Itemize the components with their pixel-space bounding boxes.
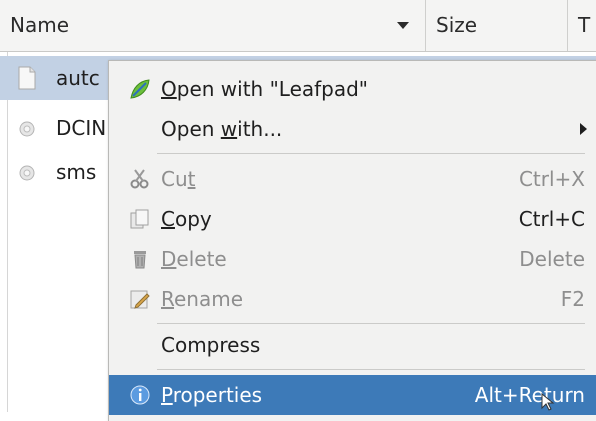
menu-item-open-with-leafpad[interactable]: Open with "Leafpad" [109, 69, 596, 109]
column-header-type[interactable]: T [568, 0, 596, 51]
menu-item-open-with[interactable]: Open with... [109, 109, 596, 149]
menu-separator [157, 323, 585, 324]
menu-item-rename[interactable]: Rename F2 [109, 279, 596, 319]
menu-item-label: Compress [161, 333, 261, 357]
menu-item-accelerator: Delete [519, 247, 585, 271]
text-file-icon [18, 66, 36, 90]
mouse-pointer-icon [541, 392, 555, 411]
menu-item-label: Open with "Leafpad" [161, 77, 369, 101]
copy-icon [130, 209, 149, 229]
column-header-type-label: T [578, 13, 591, 37]
column-header-size-label: Size [436, 13, 478, 37]
menu-item-delete[interactable]: Delete Delete [109, 239, 596, 279]
folder-icon [19, 165, 35, 181]
sort-descending-icon[interactable] [397, 22, 409, 29]
trash-icon [134, 251, 146, 269]
file-name: DCIN [56, 116, 107, 140]
menu-separator [157, 369, 585, 370]
info-icon [130, 385, 150, 405]
menu-item-properties[interactable]: Properties Alt+Return [109, 375, 596, 415]
menu-item-accelerator: F2 [560, 287, 585, 311]
menu-item-label: Properties [161, 383, 263, 407]
column-header-name-label: Name [10, 13, 70, 37]
menu-item-label: Copy [161, 207, 212, 231]
menu-item-label: Rename [161, 287, 244, 311]
folder-icon [19, 121, 35, 137]
rename-icon [130, 290, 150, 309]
file-name: autc [56, 66, 100, 90]
menu-item-label: Cut [161, 167, 196, 191]
scissors-icon [130, 169, 149, 189]
menu-item-compress[interactable]: Compress [109, 325, 596, 365]
leafpad-icon [130, 79, 150, 99]
context-menu: Open with "Leafpad" Open with... Cut Ctr… [108, 60, 596, 421]
menu-separator [157, 153, 585, 154]
file-list-header: Name Size T [0, 0, 596, 52]
menu-item-accelerator: Alt+Return [474, 383, 585, 407]
menu-item-accelerator: Ctrl+X [518, 167, 585, 191]
menu-item-label: Delete [161, 247, 227, 271]
submenu-arrow-icon [580, 123, 587, 135]
menu-item-cut[interactable]: Cut Ctrl+X [109, 159, 596, 199]
menu-item-accelerator: Ctrl+C [518, 207, 585, 231]
file-name: sms [56, 160, 97, 184]
menu-item-label: Open with... [161, 117, 283, 141]
column-header-name[interactable]: Name [0, 0, 426, 51]
column-header-size[interactable]: Size [426, 0, 568, 51]
menu-item-copy[interactable]: Copy Ctrl+C [109, 199, 596, 239]
